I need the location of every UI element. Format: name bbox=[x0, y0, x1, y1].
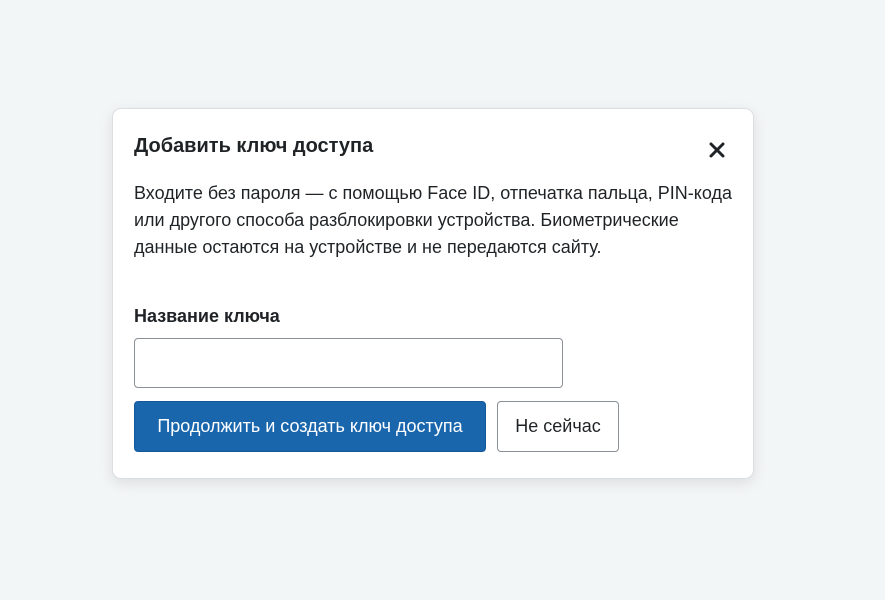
key-name-input[interactable] bbox=[134, 338, 563, 388]
dialog-title: Добавить ключ доступа bbox=[134, 135, 374, 157]
close-icon bbox=[702, 142, 732, 158]
create-passkey-button[interactable]: Продолжить и создать ключ доступа bbox=[134, 401, 486, 452]
dialog-header: Добавить ключ доступа bbox=[134, 131, 732, 161]
not-now-button[interactable]: Не сейчас bbox=[497, 401, 619, 452]
key-name-label: Название ключа bbox=[134, 306, 280, 326]
close-button[interactable] bbox=[702, 131, 732, 161]
add-passkey-dialog: Добавить ключ доступа Входите без пароля… bbox=[112, 108, 754, 479]
dialog-description: Входите без пароля — с помощью Face ID, … bbox=[134, 183, 732, 257]
